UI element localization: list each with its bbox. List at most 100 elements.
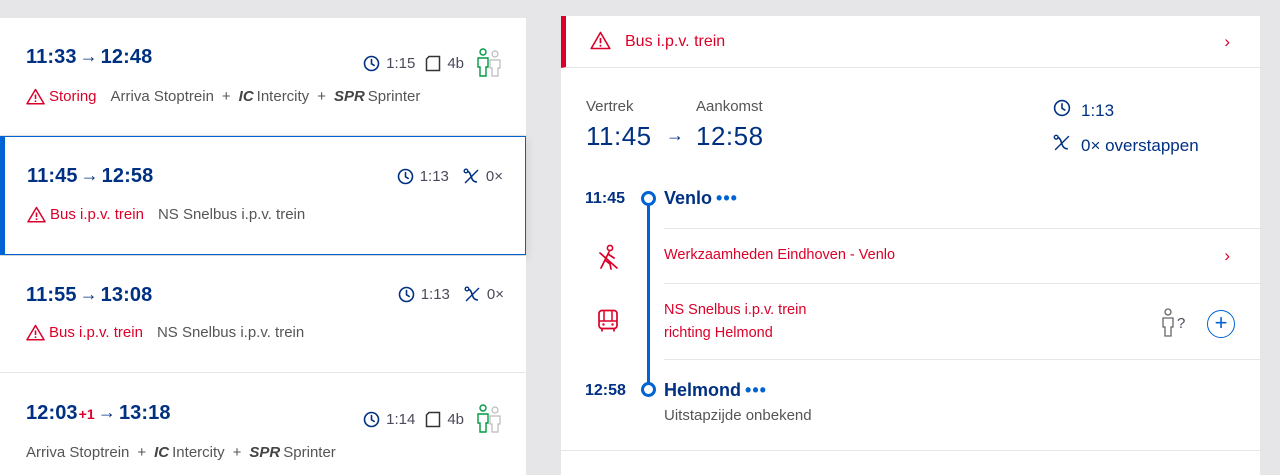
worker-icon — [597, 244, 621, 275]
crowd-icon — [474, 48, 504, 78]
alert-text: Bus i.p.v. trein — [50, 206, 144, 223]
arrow-icon: → — [97, 402, 116, 422]
warning-icon — [26, 88, 45, 105]
platform-icon — [425, 411, 441, 428]
stop-name[interactable]: Venlo ••• — [664, 188, 738, 209]
trip-details: Storing Arriva Stoptrein + IC Intercity … — [26, 88, 420, 105]
trip-times: 11:55 → 13:08 — [26, 284, 152, 307]
transfer-icon — [464, 286, 481, 303]
leg-service: NS Snelbus i.p.v. trein — [664, 302, 807, 318]
transfers: 0× — [485, 168, 503, 185]
trip-list: 11:33 → 12:48 1:15 4b Storing Arriva Stopt… — [0, 18, 528, 475]
trip-card[interactable]: 11:55 → 13:08 1:13 0× Bus i.p.v. trein NS … — [0, 256, 526, 372]
stop-name[interactable]: Helmond ••• — [664, 380, 767, 401]
more-icon[interactable]: ••• — [745, 380, 767, 400]
depart-time: 11:55 — [26, 284, 77, 306]
transfers: 0× overstappen — [1081, 135, 1199, 155]
product-name: Intercity — [172, 444, 225, 461]
add-button[interactable]: + — [1207, 310, 1235, 338]
arrive-time: 13:08 — [100, 284, 153, 306]
product-separator: + — [317, 88, 326, 105]
crowd-unknown: ? — [1177, 314, 1186, 332]
arrow-icon: → — [79, 284, 98, 304]
trip-meta: 1:13 0× — [398, 286, 504, 303]
product-code: IC — [154, 444, 170, 461]
stop-name-text: Helmond — [664, 380, 742, 400]
duration: 1:13 — [1081, 100, 1115, 120]
clock-icon — [398, 286, 415, 303]
product-separator: + — [221, 88, 231, 105]
alert-text: Bus i.p.v. trein — [49, 324, 143, 341]
duration: 1:14 — [386, 410, 416, 428]
route-line — [647, 198, 650, 390]
duration: 1:13 — [420, 286, 450, 303]
divider — [561, 450, 1260, 451]
chevron-right-icon: › — [1224, 32, 1230, 51]
arrow-icon: → — [80, 165, 99, 185]
platform-icon — [425, 55, 441, 72]
product-code: IC — [238, 88, 254, 105]
platform: 4b — [447, 410, 464, 428]
clock-icon — [363, 55, 380, 72]
trip-card[interactable]: 12:03+1 → 13:18 1:14 4b Arriva Stoptrein +… — [0, 373, 526, 475]
trip-detail-panel: Bus i.p.v. trein › Vertrek Aankomst 11:4… — [561, 16, 1260, 475]
trip-times: 11:33 → 12:48 — [26, 46, 152, 69]
product-name: Arriva Stoptrein — [26, 444, 130, 461]
trip-details: Bus i.p.v. trein NS Snelbus i.p.v. trein — [26, 324, 304, 341]
arrive-time: 12:48 — [100, 46, 153, 68]
duration: 1:13 — [419, 168, 449, 185]
alert[interactable]: Storing — [26, 88, 97, 105]
clock-icon — [397, 168, 414, 185]
stop-node — [641, 191, 656, 206]
warning-icon — [26, 324, 45, 341]
stop-time: 11:45 — [585, 190, 626, 207]
warning-icon — [590, 31, 611, 55]
transfers-row: 0× overstappen — [1053, 134, 1199, 157]
more-icon[interactable]: ••• — [716, 188, 738, 208]
transfer-icon — [463, 168, 480, 185]
arrive-time: 12:58 — [101, 165, 154, 187]
alert[interactable]: Bus i.p.v. trein — [27, 206, 144, 223]
transfer-icon — [1053, 134, 1071, 157]
product-name: Intercity — [256, 88, 310, 105]
product-name: Arriva Stoptrein — [110, 88, 214, 105]
arrive-time: 13:18 — [118, 402, 171, 424]
arrive-time: 12:58 — [696, 121, 764, 151]
trip-meta: 1:13 0× — [397, 168, 503, 185]
product-name: NS Snelbus i.p.v. trein — [156, 324, 305, 341]
trip-card-selected[interactable]: 11:45 → 12:58 1:13 0× Bus i.p.v. trein NS … — [0, 136, 526, 255]
aankomst-label: Aankomst — [696, 98, 763, 115]
delay-badge: +1 — [78, 406, 95, 422]
depart-time: 11:45 — [586, 121, 652, 151]
product-separator: + — [232, 444, 242, 461]
depart-time: 12:03 — [26, 402, 78, 424]
chevron-right-icon[interactable]: › — [1224, 246, 1230, 266]
crowd-icon — [1162, 308, 1174, 337]
duration-row: 1:13 — [1053, 99, 1114, 122]
stop-name-text: Venlo — [664, 188, 713, 208]
notice-text: Bus i.p.v. trein — [625, 33, 726, 50]
works-link[interactable]: Werkzaamheden Eindhoven - Venlo — [664, 244, 895, 267]
leg-direction: richting Helmond — [664, 325, 773, 341]
transfers: 0× — [486, 286, 504, 303]
clock-icon — [1053, 99, 1071, 122]
alert-text: Storing — [49, 88, 97, 105]
trip-details: Bus i.p.v. trein NS Snelbus i.p.v. trein — [27, 206, 305, 223]
arrow-icon: → — [79, 46, 98, 66]
disruption-notice[interactable]: Bus i.p.v. trein › — [561, 16, 1260, 68]
product-name: Sprinter — [367, 88, 421, 105]
arrow-icon: → — [666, 125, 685, 145]
product-name: Sprinter — [283, 444, 336, 461]
alert[interactable]: Bus i.p.v. trein — [26, 324, 143, 341]
crowd-icon — [474, 404, 504, 434]
trip-card[interactable]: 11:33 → 12:48 1:15 4b Storing Arriva Stopt… — [0, 18, 526, 135]
trip-meta: 1:15 4b — [363, 48, 504, 78]
trip-details: Arriva Stoptrein + IC Intercity + SPR Sp… — [26, 444, 336, 461]
crowd-indicator: ? — [1161, 308, 1185, 338]
duration: 1:15 — [386, 54, 416, 72]
depart-time: 11:45 — [27, 165, 78, 187]
divider — [664, 359, 1260, 360]
divider — [664, 228, 1260, 229]
trip-meta: 1:14 4b — [363, 404, 504, 434]
product-name: NS Snelbus i.p.v. trein — [157, 206, 306, 223]
